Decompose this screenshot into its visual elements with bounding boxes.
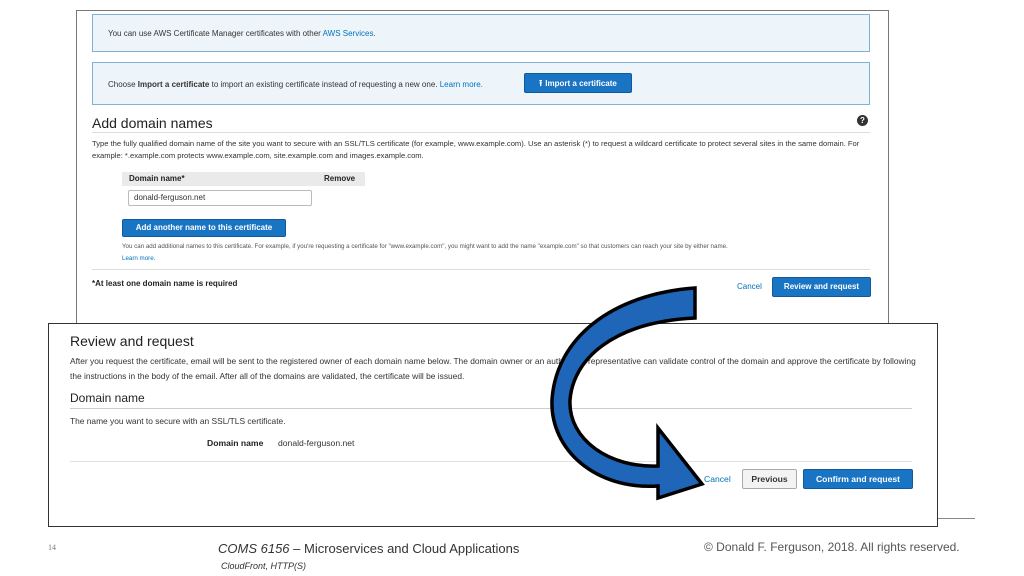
footer-divider — [938, 518, 975, 519]
curved-arrow-icon — [550, 286, 705, 501]
arrow-shape — [550, 286, 705, 501]
course-title: COMS 6156 – Microservices and Cloud Appl… — [218, 541, 520, 556]
slide-topic: CloudFront, HTTP(S) — [221, 561, 307, 571]
slide-number: 14 — [48, 543, 56, 552]
copyright-notice: © Donald F. Ferguson, 2018. All rights r… — [704, 540, 960, 554]
